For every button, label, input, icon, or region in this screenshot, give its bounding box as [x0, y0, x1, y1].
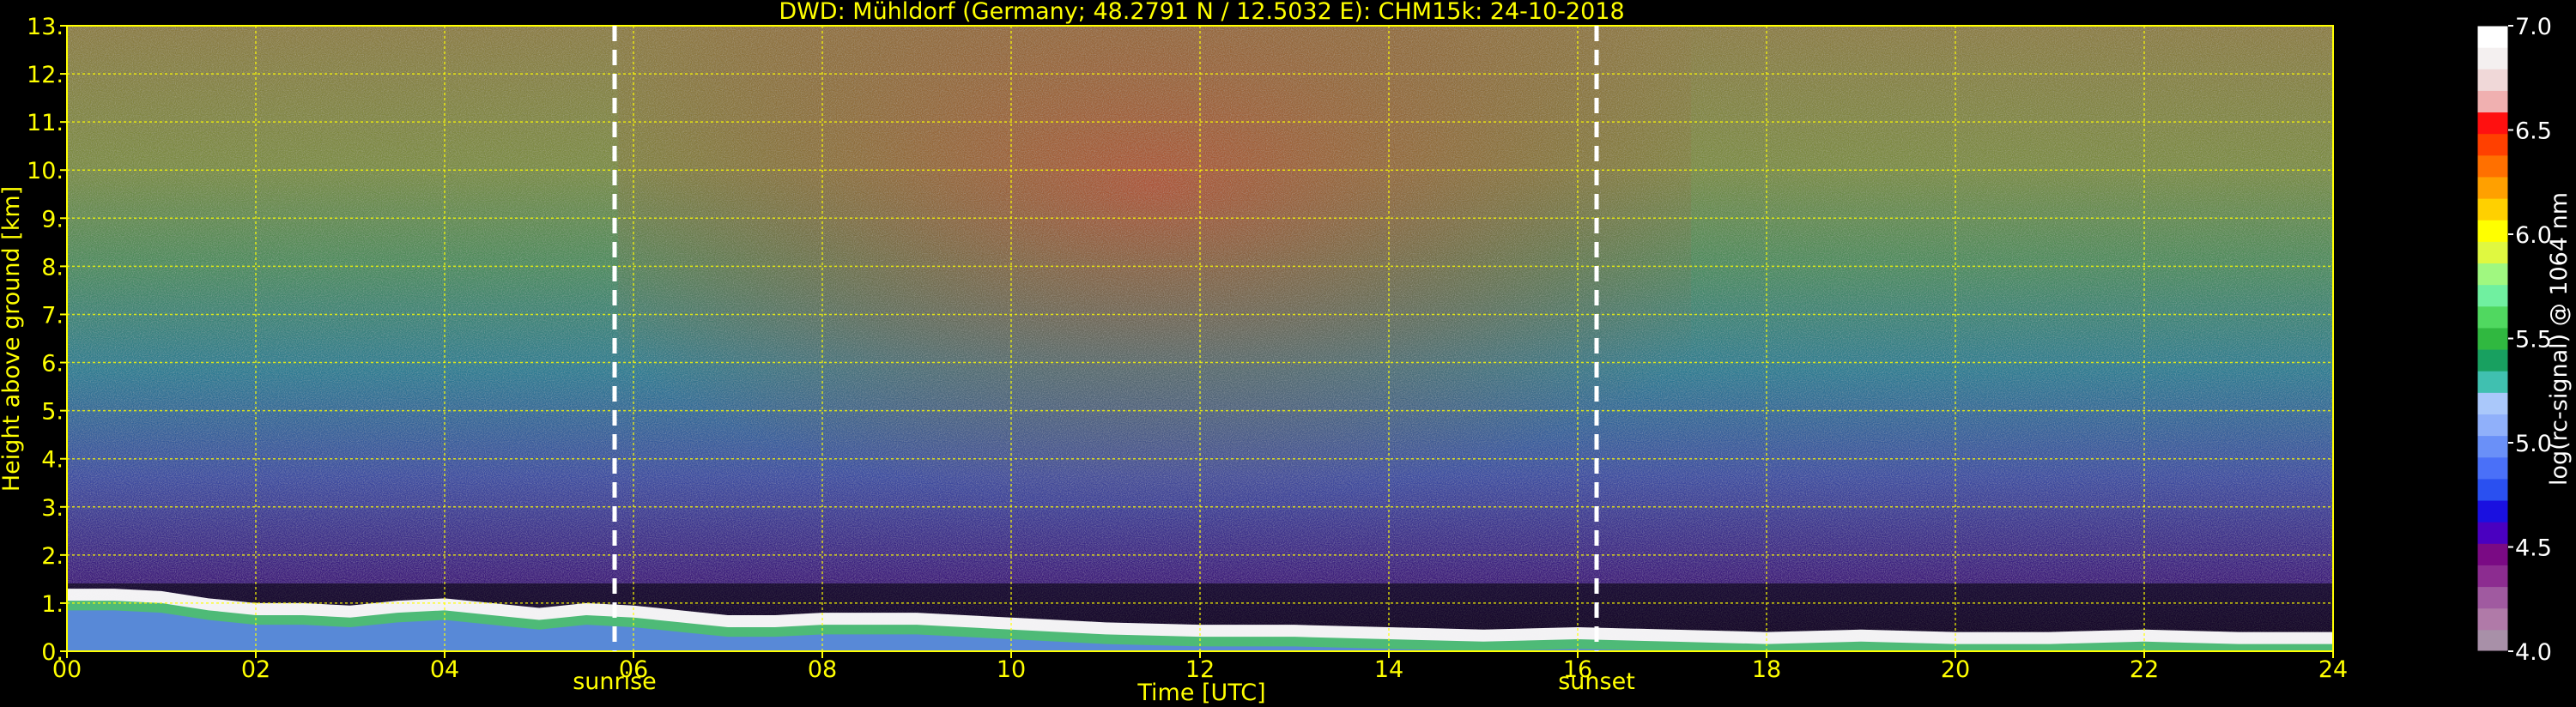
colorbar: 4.04.55.05.56.06.57.0 — [2476, 14, 2552, 666]
colorbar-tick-label: 6.5 — [2515, 118, 2552, 145]
colorbar-swatch — [2477, 607, 2508, 631]
x-tick-label: 24 — [2318, 656, 2348, 683]
colorbar-swatch — [2477, 220, 2508, 242]
x-tick-label: 02 — [241, 656, 270, 683]
y-tick-label: 5. — [41, 399, 64, 426]
colorbar-swatch — [2477, 241, 2508, 264]
x-tick-label: 04 — [430, 656, 459, 683]
colorbar-swatch — [2477, 435, 2508, 458]
x-tick-label: 10 — [997, 656, 1026, 683]
colorbar-swatch — [2477, 90, 2508, 113]
colorbar-swatch — [2477, 478, 2508, 501]
y-axis-ticks: 0. 1. 2. 3. 4. 5. 6. 7. 8. 9. 10. 11. 12. 13. — [27, 14, 67, 666]
colorbar-swatch — [2477, 629, 2508, 652]
y-tick-label: 6. — [41, 351, 64, 378]
sunset-label: sunset — [1558, 668, 1635, 695]
lidar-chart: 00 02 04 06 08 10 12 14 16 18 20 22 24 0.1.2.3.4.5.6… — [0, 0, 2573, 706]
y-tick-label: 0. — [41, 639, 64, 666]
colorbar-tick-label: 4.5 — [2515, 535, 2552, 562]
y-tick-label: 7. — [41, 302, 64, 329]
colorbar-swatch — [2477, 414, 2508, 437]
x-tick-label: 20 — [1941, 656, 1970, 683]
colorbar-label: log(rc-signal) @ 1064 nm — [2546, 192, 2573, 486]
y-tick-label: 1. — [41, 591, 64, 618]
y-tick-label: 4. — [41, 447, 64, 474]
x-axis-label: Time [UTC] — [1136, 680, 1265, 706]
colorbar-tick-label: 7.0 — [2515, 14, 2552, 40]
colorbar-swatch — [2477, 371, 2508, 393]
colorbar-swatch — [2477, 69, 2508, 91]
chart-title: DWD: Mühldorf (Germany; 48.2791 N / 12.5… — [779, 0, 1624, 25]
colorbar-swatch — [2477, 349, 2508, 372]
colorbar-swatch — [2477, 154, 2508, 178]
colorbar-swatch — [2477, 133, 2508, 156]
sunrise-label: sunrise — [573, 668, 657, 695]
y-tick-label: 11. — [27, 110, 64, 136]
y-tick-label: 12. — [27, 62, 64, 88]
y-tick-label: 8. — [41, 254, 64, 281]
colorbar-swatch — [2477, 176, 2508, 199]
x-tick-label: 18 — [1752, 656, 1781, 683]
colorbar-swatch — [2477, 543, 2508, 565]
colorbar-swatch — [2477, 500, 2508, 523]
y-tick-label: 3. — [41, 495, 64, 522]
colorbar-swatch — [2477, 327, 2508, 350]
colorbar-swatch — [2477, 112, 2508, 135]
y-axis-label: Height above ground [km] — [0, 186, 25, 492]
colorbar-swatch — [2477, 47, 2508, 69]
colorbar-swatch — [2477, 263, 2508, 286]
y-tick-label: 9. — [41, 206, 64, 233]
x-tick-label: 22 — [2130, 656, 2159, 683]
colorbar-swatch — [2477, 456, 2508, 480]
y-tick-label: 10. — [27, 158, 64, 184]
y-tick-label: 2. — [41, 543, 64, 570]
x-tick-label: 08 — [808, 656, 837, 683]
x-tick-label: 14 — [1374, 656, 1403, 683]
colorbar-tick-label: 4.0 — [2515, 639, 2552, 666]
colorbar-swatch — [2477, 26, 2508, 48]
colorbar-swatch — [2477, 565, 2508, 588]
colorbar-swatch — [2477, 522, 2508, 544]
x-axis-ticks: 00 02 04 06 08 10 12 14 16 18 20 22 24 — [52, 651, 2348, 683]
colorbar-swatch — [2477, 305, 2508, 329]
colorbar-swatch — [2477, 586, 2508, 609]
colorbar-swatch — [2477, 198, 2508, 221]
y-tick-label: 13. — [27, 14, 64, 40]
colorbar-swatch — [2477, 392, 2508, 414]
colorbar-swatch — [2477, 284, 2508, 307]
